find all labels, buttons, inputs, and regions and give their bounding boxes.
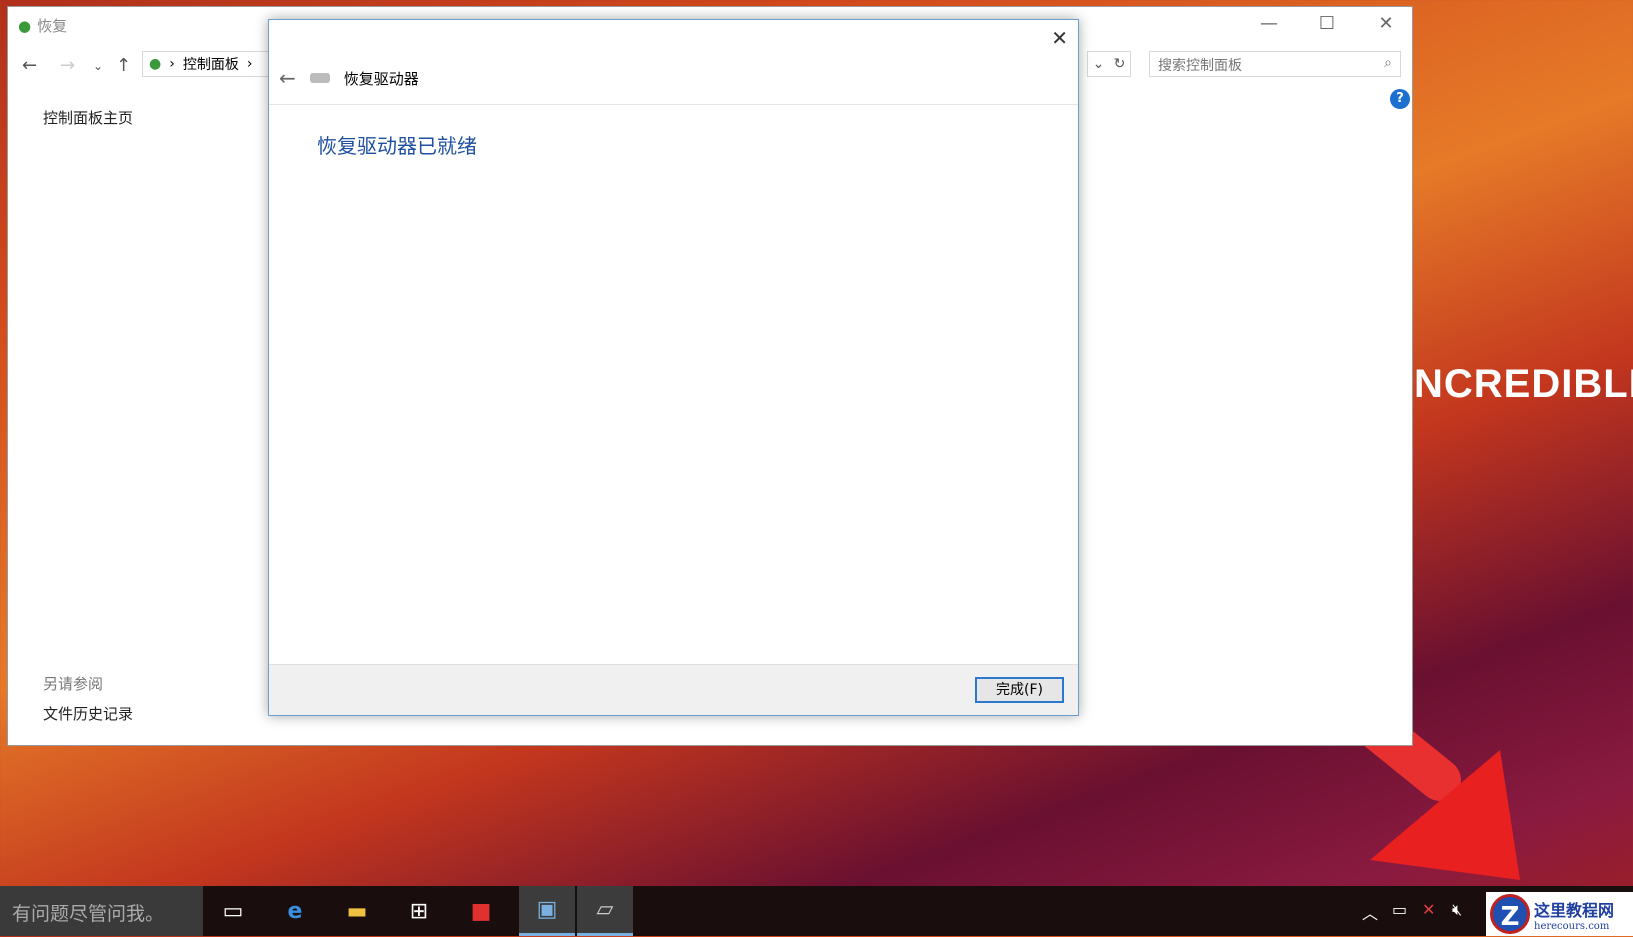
forward-icon[interactable]: → <box>60 55 75 76</box>
dialog-back-icon[interactable]: ← <box>279 66 296 90</box>
finish-button[interactable]: 完成(F) <box>975 677 1064 703</box>
search-input[interactable]: 搜索控制面板⌕ <box>1149 51 1401 77</box>
minimize-button[interactable]: — <box>1254 13 1284 34</box>
app-icon[interactable]: ■ <box>453 886 509 936</box>
breadcrumb-control-panel[interactable]: 控制面板 <box>183 54 239 74</box>
recovery-drive-taskbar-icon[interactable]: ▱ <box>577 886 633 936</box>
back-icon[interactable]: ← <box>22 55 37 76</box>
dialog-title: 恢复驱动器 <box>344 68 419 89</box>
help-icon[interactable]: ? <box>1390 89 1410 109</box>
sidebar-home-link[interactable]: 控制面板主页 <box>43 107 133 128</box>
control-panel-taskbar-icon[interactable]: ▣ <box>519 886 575 936</box>
watermark-logo: Z这里教程网herecours.com <box>1486 892 1633 936</box>
dialog-footer: 完成(F) <box>269 664 1078 715</box>
volume-muted-icon[interactable]: 🔇︎ <box>1452 900 1462 920</box>
window-title: ●恢复 <box>18 15 67 36</box>
up-icon[interactable]: ↑ <box>116 55 131 76</box>
address-dropdown-icon[interactable]: ⌄ <box>1093 56 1105 72</box>
battery-icon[interactable]: ▭ <box>1392 900 1407 919</box>
recovery-drive-dialog: ✕ ← 恢复驱动器 恢复驱动器已就绪 完成(F) <box>268 19 1079 716</box>
network-icon[interactable]: ✕ <box>1422 900 1435 919</box>
control-panel-icon: ● <box>149 56 161 72</box>
show-hidden-icons[interactable]: ︿ <box>1362 900 1378 924</box>
see-also-label: 另请参阅 <box>43 673 103 694</box>
divider <box>269 104 1078 105</box>
recent-dropdown-icon[interactable]: ⌄ <box>93 59 103 73</box>
cortana-search[interactable]: 有问题尽管问我。 <box>0 886 203 936</box>
dialog-close-button[interactable]: ✕ <box>1051 26 1068 50</box>
dialog-heading: 恢复驱动器已就绪 <box>317 130 477 159</box>
address-controls: ⌄↻ <box>1087 51 1131 77</box>
wallpaper-text: NCREDIBLE <box>1414 362 1633 407</box>
close-button[interactable]: ✕ <box>1371 13 1401 34</box>
drive-icon <box>310 73 330 83</box>
file-history-link[interactable]: 文件历史记录 <box>43 703 133 724</box>
edge-icon[interactable]: e <box>267 886 323 936</box>
taskbar: 有问题尽管问我。 ▭ e ▬ ⊞ ■ ▣ ▱ ︿ ▭ ✕ 🔇︎ Z这里教程网he… <box>0 886 1633 936</box>
address-bar[interactable]: ●›控制面板› <box>142 51 272 77</box>
store-icon[interactable]: ⊞ <box>391 886 447 936</box>
file-explorer-icon[interactable]: ▬ <box>329 886 385 936</box>
search-icon: ⌕ <box>1384 55 1392 73</box>
maximize-button[interactable]: ☐ <box>1312 13 1342 34</box>
recovery-icon: ● <box>18 17 31 35</box>
task-view-icon[interactable]: ▭ <box>205 886 261 936</box>
logo-z-icon: Z <box>1490 894 1530 934</box>
refresh-icon[interactable]: ↻ <box>1114 56 1126 72</box>
